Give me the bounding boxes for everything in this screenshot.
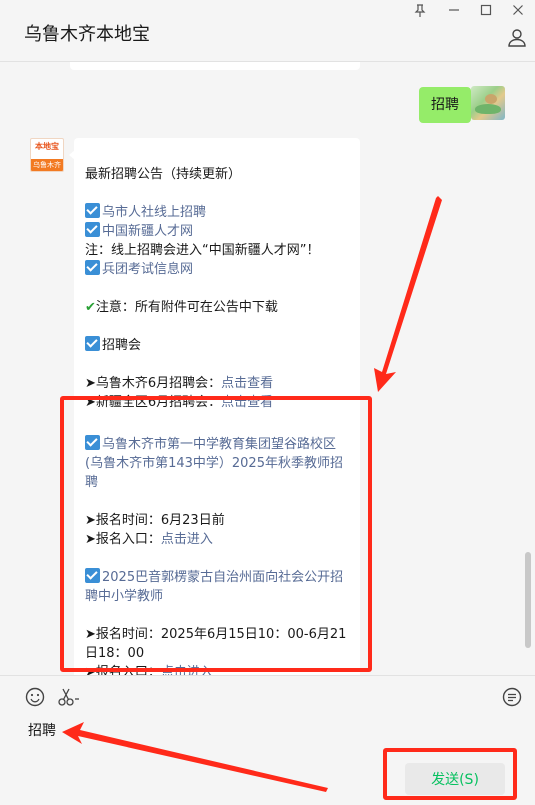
- note-text: 注：线上招聘会进入“中国新疆人才网”！: [85, 243, 320, 258]
- highlight-box-send: [383, 748, 517, 800]
- my-avatar[interactable]: [471, 86, 505, 120]
- fair-1-label: ➤乌鲁木齐6月招聘会：: [85, 376, 222, 391]
- my-message-bubble[interactable]: 招聘: [419, 87, 476, 123]
- attention-text: 注意：所有附件可在公告中下载: [95, 300, 278, 315]
- subscription-avatar[interactable]: 本地宝 乌鲁木齐: [30, 138, 64, 172]
- chat-history-icon[interactable]: [501, 686, 523, 708]
- close-icon[interactable]: [508, 4, 528, 20]
- chat-title: 乌鲁木齐本地宝: [24, 24, 150, 45]
- checkbox-icon: [85, 260, 100, 275]
- link-bingtuan-exam[interactable]: 兵团考试信息网: [102, 262, 193, 277]
- checkbox-icon: [85, 203, 100, 218]
- message-input-field[interactable]: 招聘: [28, 720, 56, 740]
- green-check-icon: ✔: [85, 300, 96, 315]
- avatar-logo-bar: 乌鲁木齐: [31, 159, 63, 171]
- title-bar: 乌鲁木齐本地宝: [0, 0, 535, 62]
- link-wuhan-hr[interactable]: 乌市人社线上招聘: [102, 205, 206, 220]
- maximize-icon[interactable]: [476, 4, 496, 20]
- highlight-box-article: [60, 396, 372, 672]
- chat-info-icon[interactable]: [507, 28, 527, 48]
- previous-message-bubble: [70, 62, 360, 70]
- checkbox-icon: [85, 222, 100, 237]
- avatar-logo-text: 本地宝: [35, 142, 59, 151]
- link-xinjiang-talent[interactable]: 中国新疆人才网: [102, 224, 193, 239]
- minimize-icon[interactable]: [444, 4, 464, 20]
- chat-scrollbar[interactable]: [525, 552, 531, 648]
- fair-heading: 招聘会: [102, 338, 142, 353]
- screenshot-scissors-icon[interactable]: [56, 686, 82, 708]
- article-heading: 最新招聘公告（持续更新）: [85, 167, 242, 182]
- emoji-icon[interactable]: [24, 686, 46, 708]
- fair-1-link[interactable]: 点击查看: [221, 376, 273, 391]
- pin-icon[interactable]: [410, 4, 430, 20]
- checkbox-icon: [85, 336, 100, 351]
